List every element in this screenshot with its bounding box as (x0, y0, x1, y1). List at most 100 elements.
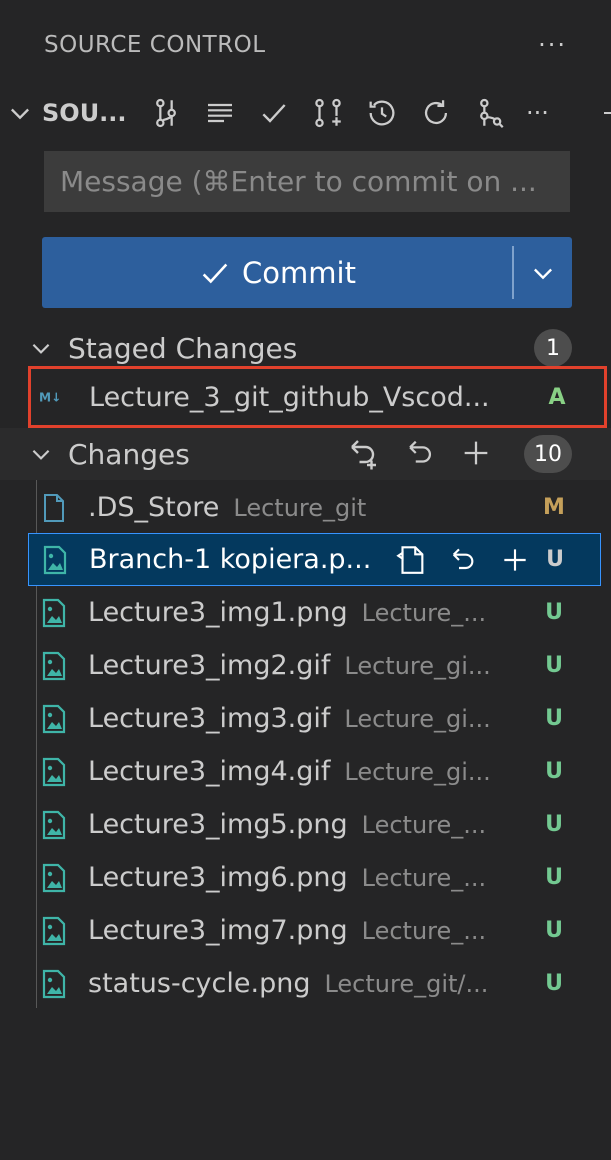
pull-request-icon[interactable] (310, 95, 346, 131)
image-icon (40, 863, 68, 893)
changes-label: Changes (68, 437, 190, 471)
refresh-icon[interactable] (418, 95, 454, 131)
file-name-text: status-cycle.png (88, 968, 311, 999)
divider (604, 112, 611, 114)
status-badge: U (545, 865, 563, 890)
file-path: Lecture_git (233, 494, 367, 522)
file-name: status-cycle.png Lecture_git/... (88, 968, 488, 999)
changes-count-badge: 10 (524, 435, 572, 473)
file-name: Lecture3_img6.png Lecture_... (88, 862, 486, 893)
image-icon (40, 651, 68, 681)
file-name-text: .DS_Store (88, 492, 220, 523)
image-icon (40, 969, 68, 999)
file-name: Lecture3_img5.png Lecture_... (88, 809, 486, 840)
status-badge: U (545, 918, 563, 943)
file-name: Lecture3_img3.gif Lecture_gi... (88, 703, 491, 734)
commit-button[interactable]: Commit (42, 237, 512, 308)
file-name: Lecture3_img4.gif Lecture_gi... (88, 756, 491, 787)
status-badge: U (545, 759, 563, 784)
change-file-row[interactable]: status-cycle.png Lecture_git/... U (0, 957, 611, 1010)
staged-count-badge: 1 (534, 329, 572, 367)
stage-icon[interactable] (497, 542, 533, 578)
file-name: Lecture3_img1.png Lecture_... (88, 597, 486, 628)
change-file-row[interactable]: Lecture3_img3.gif Lecture_gi... U (0, 692, 611, 745)
changes-actions (345, 434, 495, 472)
file-path: Lecture_gi... (344, 758, 491, 786)
image-icon (40, 757, 68, 787)
file-path: Lecture_... (361, 864, 487, 892)
commit-button-label: Commit (242, 255, 356, 290)
file-path: Lecture_... (361, 599, 487, 627)
status-badge: U (546, 547, 564, 572)
status-badge: M (543, 495, 565, 520)
history-icon[interactable] (364, 95, 400, 131)
repository-actions (148, 95, 508, 131)
repository-bar[interactable]: SOU... ··· (0, 86, 611, 140)
stage-all-icon[interactable] (457, 434, 495, 472)
image-icon (41, 545, 69, 575)
commit-dropdown-button[interactable] (514, 237, 572, 308)
row-actions (393, 542, 533, 578)
changes-header[interactable]: Changes 10 (0, 428, 611, 480)
panel-title: SOURCE CONTROL (44, 32, 266, 58)
discard-icon[interactable] (445, 542, 481, 578)
file-name: Lecture3_img7.png Lecture_... (88, 915, 486, 946)
file-path: Lecture_... (361, 811, 487, 839)
change-file-row[interactable]: Lecture3_img7.png Lecture_... U (0, 904, 611, 957)
file-name-text: Lecture3_img4.gif (88, 756, 331, 787)
list-icon[interactable] (202, 95, 238, 131)
staged-changes-label: Staged Changes (68, 331, 298, 365)
staged-file-row[interactable]: M↓ Lecture_3_git_github_Vscod... A (28, 366, 607, 428)
change-file-row[interactable]: Lecture3_img2.gif Lecture_gi... U (0, 639, 611, 692)
status-badge: U (545, 812, 563, 837)
file-name-text: Lecture3_img6.png (88, 862, 348, 893)
commit-button-group: Commit (42, 237, 572, 308)
file-path: Lecture_... (361, 917, 487, 945)
status-badge: U (545, 706, 563, 731)
image-icon (40, 598, 68, 628)
file-name-text: Lecture3_img7.png (88, 915, 348, 946)
check-icon[interactable] (256, 95, 292, 131)
chevron-down-icon[interactable] (28, 441, 54, 467)
change-file-row[interactable]: Lecture3_img5.png Lecture_... U (0, 798, 611, 851)
image-icon (40, 810, 68, 840)
branch-icon[interactable] (472, 95, 508, 131)
chevron-down-icon (534, 268, 552, 279)
panel-header: SOURCE CONTROL ··· (0, 0, 611, 90)
file-name-text: Lecture3_img1.png (88, 597, 348, 628)
status-badge: U (545, 600, 563, 625)
image-icon (40, 916, 68, 946)
change-file-row[interactable]: Lecture3_img6.png Lecture_... U (0, 851, 611, 904)
discard-all-icon[interactable] (345, 434, 383, 472)
file-name: Lecture3_img2.gif Lecture_gi... (88, 650, 491, 681)
more-actions-icon[interactable]: ··· (538, 31, 567, 59)
change-file-row[interactable]: .DS_Store Lecture_git M (0, 481, 611, 534)
file-path: Lecture_gi... (344, 705, 491, 733)
change-file-row[interactable]: Lecture3_img4.gif Lecture_gi... U (0, 745, 611, 798)
chevron-down-icon[interactable] (6, 99, 34, 127)
repository-more-icon[interactable]: ··· (526, 99, 549, 127)
status-badge: U (545, 653, 563, 678)
status-badge: U (545, 971, 563, 996)
markdown-icon: M↓ (39, 382, 67, 412)
file-icon (40, 493, 68, 523)
file-name-text: Lecture3_img3.gif (88, 703, 331, 734)
check-icon (202, 263, 228, 283)
open-file-icon[interactable] (393, 542, 429, 578)
chevron-down-icon[interactable] (28, 335, 54, 361)
image-icon (40, 704, 68, 734)
file-name: Lecture_3_git_github_Vscod... (89, 381, 490, 413)
file-name-text: Lecture3_img5.png (88, 809, 348, 840)
change-file-row[interactable]: Branch-1 kopiera.p... U (28, 533, 601, 586)
file-path: Lecture_git/... (324, 970, 489, 998)
commit-message-input[interactable]: Message (⌘Enter to commit on ... (44, 151, 570, 212)
svg-text:M↓: M↓ (39, 391, 61, 405)
discard-icon[interactable] (401, 434, 439, 472)
graph-icon[interactable] (148, 95, 184, 131)
file-name-text: Lecture3_img2.gif (88, 650, 331, 681)
file-path: Lecture_gi... (344, 652, 491, 680)
repository-title: SOU... (42, 99, 127, 127)
change-file-row[interactable]: Lecture3_img1.png Lecture_... U (0, 586, 611, 639)
status-badge: A (548, 384, 566, 410)
file-name: .DS_Store Lecture_git (88, 492, 366, 523)
